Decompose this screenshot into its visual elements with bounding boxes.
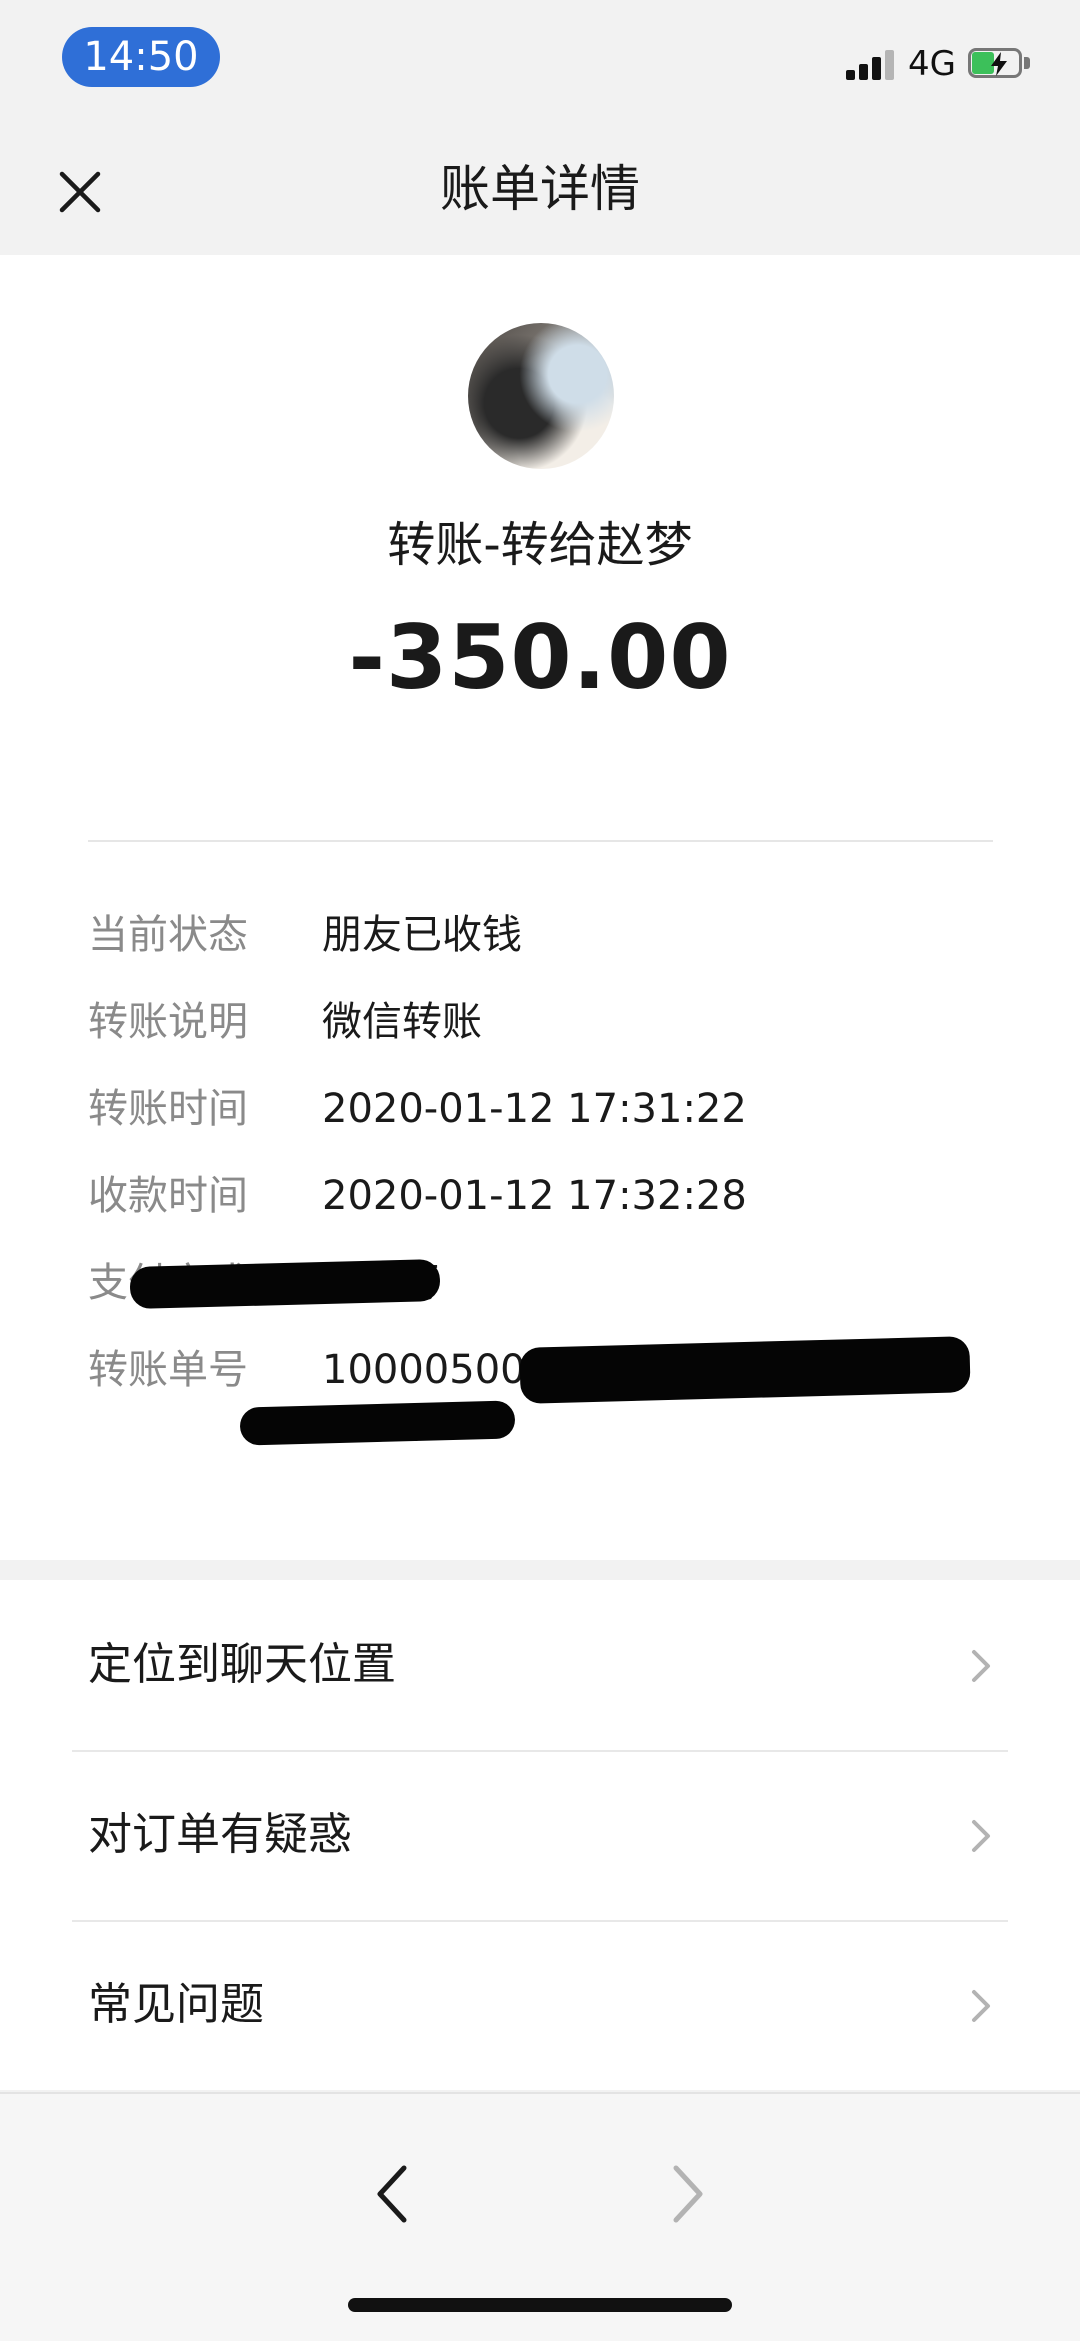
detail-row-note: 转账说明 微信转账: [0, 982, 1080, 1062]
menu-item-label: 对订单有疑惑: [88, 1809, 352, 1860]
detail-row-receive-time: 收款时间 2020-01-12 17:32:28: [0, 1156, 1080, 1236]
detail-row-transfer-time: 转账时间 2020-01-12 17:31:22: [0, 1069, 1080, 1149]
battery-charging-icon: [968, 48, 1032, 82]
signal-icon: [846, 48, 896, 80]
transaction-title: 转账-转给赵梦: [387, 517, 693, 573]
detail-value: 微信转账: [322, 999, 482, 1045]
detail-label: 转账说明: [88, 999, 248, 1045]
detail-row-payment-method: 支付方式 行: [0, 1243, 1080, 1323]
redaction-mark: [519, 1336, 971, 1404]
chevron-right-icon: [972, 1990, 990, 2022]
status-time: 14:50: [62, 27, 220, 87]
detail-label: 转账时间: [88, 1086, 248, 1132]
divider: [88, 840, 993, 842]
avatar[interactable]: [468, 323, 614, 469]
transaction-amount: -350.00: [348, 606, 732, 709]
redaction-mark: [129, 1258, 441, 1310]
menu-item-faq[interactable]: 常见问题: [0, 1920, 1080, 2090]
home-indicator[interactable]: [348, 2298, 732, 2312]
detail-label: 转账单号: [88, 1347, 248, 1393]
back-button[interactable]: [364, 2154, 424, 2234]
chevron-right-icon: [673, 2165, 703, 2223]
nav-bar: 账单详情: [0, 110, 1080, 255]
detail-value: 2020-01-12 17:32:28: [322, 1173, 747, 1219]
detail-row-status: 当前状态 朋友已收钱: [0, 895, 1080, 975]
menu-item-label: 定位到聊天位置: [88, 1639, 396, 1690]
detail-label: 收款时间: [88, 1173, 248, 1219]
detail-value: 2020-01-12 17:31:22: [322, 1086, 747, 1132]
network-type: 4G: [908, 44, 956, 84]
chevron-right-icon: [972, 1820, 990, 1852]
redaction-mark: [239, 1400, 516, 1446]
detail-label: 当前状态: [88, 912, 248, 958]
chevron-left-icon: [377, 2165, 407, 2223]
chevron-right-icon: [972, 1650, 990, 1682]
detail-value: 朋友已收钱: [322, 912, 522, 958]
page-title: 账单详情: [440, 160, 640, 218]
status-bar: 14:50 4G: [0, 0, 1080, 110]
detail-row-order-number: 转账单号 10000500012 6004: [0, 1330, 1080, 1451]
menu-item-order-question[interactable]: 对订单有疑惑: [0, 1750, 1080, 1920]
menu-item-locate-chat[interactable]: 定位到聊天位置: [0, 1580, 1080, 1750]
forward-button[interactable]: [656, 2154, 716, 2234]
menu-item-label: 常见问题: [88, 1979, 264, 2030]
help-menu: 定位到聊天位置 对订单有疑惑 常见问题: [0, 1580, 1080, 2090]
transaction-card: 转账-转给赵梦 -350.00 当前状态 朋友已收钱 转账说明 微信转账 转账时…: [0, 255, 1080, 1560]
